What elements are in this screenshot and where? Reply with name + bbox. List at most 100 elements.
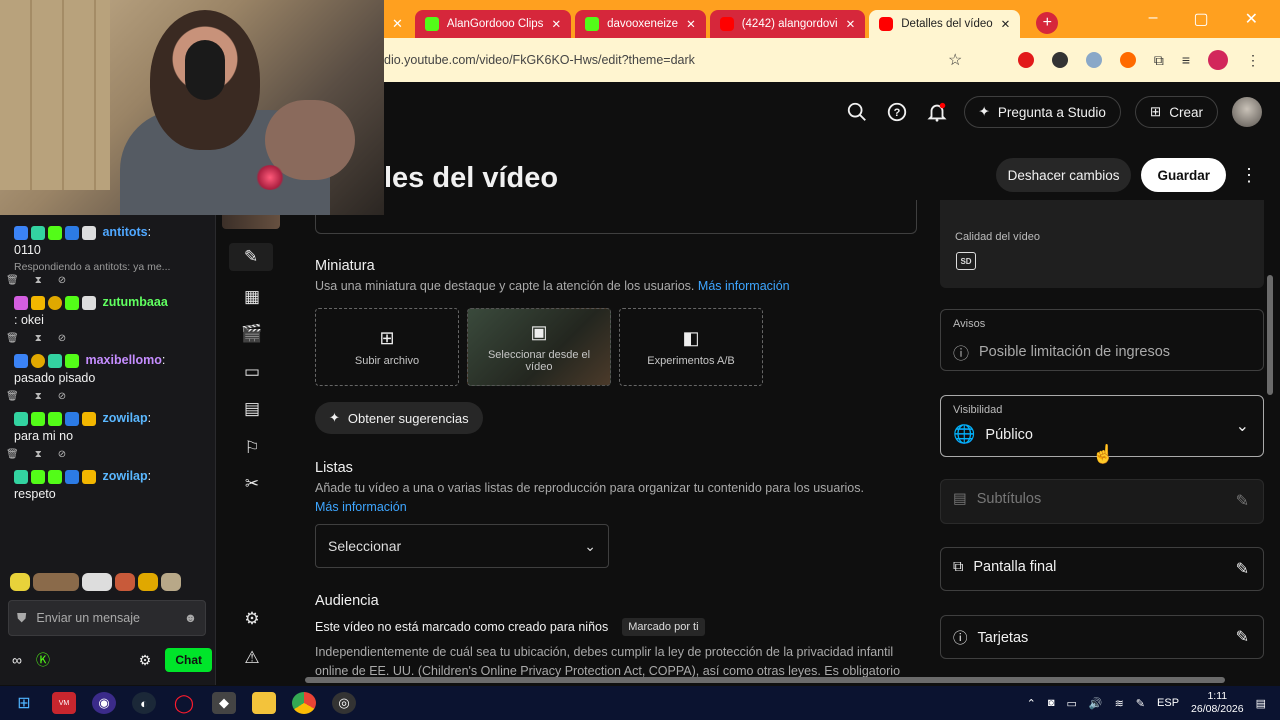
delete-icon[interactable]: 🗑	[6, 449, 19, 463]
save-button[interactable]: Guardar	[1141, 158, 1226, 192]
account-avatar[interactable]	[1232, 97, 1262, 127]
chrome-icon[interactable]	[292, 692, 316, 714]
ask-studio-button[interactable]: ✦ Pregunta a Studio	[963, 96, 1121, 128]
wifi-icon[interactable]: ≋	[1115, 697, 1124, 710]
emote-picker-icon[interactable]: ☻	[184, 611, 197, 625]
end-screen-row[interactable]: ⧉ Pantalla final ✎	[940, 547, 1264, 591]
ban-icon[interactable]: ⊘	[58, 333, 66, 347]
nav-comments[interactable]: ▭	[238, 358, 266, 386]
audio-extension-icon[interactable]	[1085, 52, 1102, 68]
ab-experiments-button[interactable]: ◧ Experimentos A/B	[619, 308, 763, 386]
more-options-icon[interactable]: ⋮	[1236, 165, 1262, 186]
tray-expand-icon[interactable]: ⌃	[1027, 697, 1036, 710]
select-from-video-button[interactable]: ▣ Seleccionar desde el vídeo	[467, 308, 611, 386]
maximize-icon[interactable]: ▢	[1193, 9, 1208, 29]
chat-send-button[interactable]: Chat	[165, 648, 212, 672]
timeout-icon[interactable]: ⧗	[35, 449, 42, 463]
get-suggestions-button[interactable]: ✦ Obtener sugerencias	[315, 402, 483, 434]
folder-icon[interactable]	[252, 692, 276, 714]
recorder-icon[interactable]: ◎	[332, 692, 356, 714]
chat-message-input[interactable]: ⛊ Enviar un mensaje ☻	[8, 600, 206, 636]
nav-feedback[interactable]: ⚠	[238, 644, 266, 672]
help-icon[interactable]: ?	[884, 99, 910, 125]
close-tab-icon[interactable]: ✕	[1001, 17, 1011, 31]
playlist-select[interactable]: Seleccionar ⌄	[315, 524, 609, 568]
ban-icon[interactable]: ⊘	[58, 275, 66, 289]
profile-avatar-icon[interactable]	[1208, 50, 1228, 70]
timeout-icon[interactable]: ⧗	[35, 333, 42, 347]
chat-username[interactable]: zutumbaaa	[102, 295, 167, 309]
notifications-icon[interactable]: ▤	[1256, 697, 1266, 710]
nav-editor[interactable]: 🎬	[238, 320, 266, 348]
game-icon[interactable]: ◆	[212, 692, 236, 714]
notifications-bell-icon[interactable]	[924, 99, 950, 125]
search-icon[interactable]	[844, 99, 870, 125]
bookmark-star-icon[interactable]: ☆	[948, 50, 962, 70]
emote-icon[interactable]	[138, 573, 158, 591]
discord-icon[interactable]: ◙	[1048, 697, 1055, 709]
close-tab-icon[interactable]: ✕	[686, 17, 696, 31]
opera-icon[interactable]: ◯	[172, 692, 196, 714]
undo-changes-button[interactable]: Deshacer cambios	[995, 158, 1132, 192]
nav-details[interactable]: ✎	[229, 243, 273, 271]
chat-username[interactable]: zowilap	[102, 469, 147, 483]
timeout-icon[interactable]: ⧗	[35, 275, 42, 289]
settings-gear-icon[interactable]: ⚙	[139, 652, 152, 669]
browser-menu-icon[interactable]: ⋮	[1246, 52, 1260, 69]
volume-icon[interactable]: 🔊	[1089, 697, 1103, 710]
description-field[interactable]	[315, 200, 917, 234]
pen-icon[interactable]: ✎	[1136, 697, 1145, 710]
language-indicator[interactable]: ESP	[1157, 697, 1179, 709]
minimize-icon[interactable]: –	[1149, 9, 1158, 29]
subtitles-row[interactable]: ▤ Subtítulos ✎	[940, 479, 1264, 524]
vertical-scrollbar[interactable]	[1267, 275, 1273, 395]
url-field[interactable]: dio.youtube.com/video/FkGK6KO-Hws/edit?t…	[384, 53, 944, 67]
playlists-more-info-link[interactable]: Más información	[315, 500, 407, 514]
nav-settings[interactable]: ⚙	[238, 605, 266, 633]
emote-icon[interactable]	[115, 573, 135, 591]
delete-icon[interactable]: 🗑	[6, 275, 19, 289]
horizontal-scrollbar[interactable]	[305, 677, 1225, 683]
upload-file-button[interactable]: ⊞ Subir archivo	[315, 308, 459, 386]
puzzle-icon[interactable]: ⧉	[1154, 52, 1164, 69]
emote-icon[interactable]	[33, 573, 79, 591]
obs-icon[interactable]: ◉	[92, 692, 116, 714]
color-extension-icon[interactable]	[1119, 52, 1136, 68]
adblock-extension-icon[interactable]	[1017, 52, 1034, 68]
tab-alangordooo-clips[interactable]: AlanGordooo Clips ✕	[414, 10, 572, 38]
close-tab-icon[interactable]: ✕	[846, 17, 856, 31]
timeout-icon[interactable]: ⧗	[35, 391, 42, 405]
emote-icon[interactable]	[82, 573, 112, 591]
delete-icon[interactable]: 🗑	[6, 333, 19, 347]
ban-icon[interactable]: ⊘	[58, 391, 66, 405]
chat-username[interactable]: zowilap	[102, 411, 147, 425]
nav-analytics[interactable]: ▦	[238, 283, 266, 311]
network-icon[interactable]: ▭	[1066, 697, 1076, 710]
voicemeeter-icon[interactable]: VM	[52, 692, 76, 714]
chat-username[interactable]: maxibellomo	[85, 353, 161, 367]
new-tab-button[interactable]: +	[1036, 12, 1059, 34]
kick-logo-icon[interactable]: Ⓚ	[36, 650, 50, 670]
thumbnail-more-info-link[interactable]: Más información	[698, 279, 790, 293]
points-icon[interactable]: ∞	[12, 652, 22, 668]
nav-subtitles[interactable]: ▤	[238, 395, 266, 423]
system-clock[interactable]: 1:11 26/08/2026	[1191, 690, 1244, 716]
steam-icon[interactable]: ◐	[132, 692, 156, 714]
tab-youtube-alangordovi[interactable]: (4242) alangordovi ✕	[709, 10, 866, 38]
create-button[interactable]: ⊞ Crear	[1134, 96, 1218, 128]
cards-row[interactable]: ⓘ Tarjetas ✎	[940, 615, 1264, 659]
nav-copyright[interactable]: ⚐	[238, 434, 266, 462]
close-window-icon[interactable]: ✕	[1245, 9, 1258, 29]
tab-detalles-del-video[interactable]: Detalles del vídeo ✕	[869, 10, 1021, 38]
windows-start-icon[interactable]: ⊞	[12, 692, 36, 714]
delete-icon[interactable]: 🗑	[6, 391, 19, 405]
close-tab-icon[interactable]: ✕	[551, 17, 561, 31]
media-icon[interactable]: ≡	[1182, 52, 1190, 68]
ban-icon[interactable]: ⊘	[58, 449, 66, 463]
tab-davooxeneize[interactable]: davooxeneize ✕	[575, 10, 706, 38]
nav-clips[interactable]: ✂	[238, 470, 266, 498]
emote-icon[interactable]	[161, 573, 181, 591]
extension-6-icon[interactable]	[1051, 52, 1068, 68]
close-tab-icon[interactable]: ✕	[392, 16, 403, 32]
emote-icon[interactable]	[10, 573, 30, 591]
